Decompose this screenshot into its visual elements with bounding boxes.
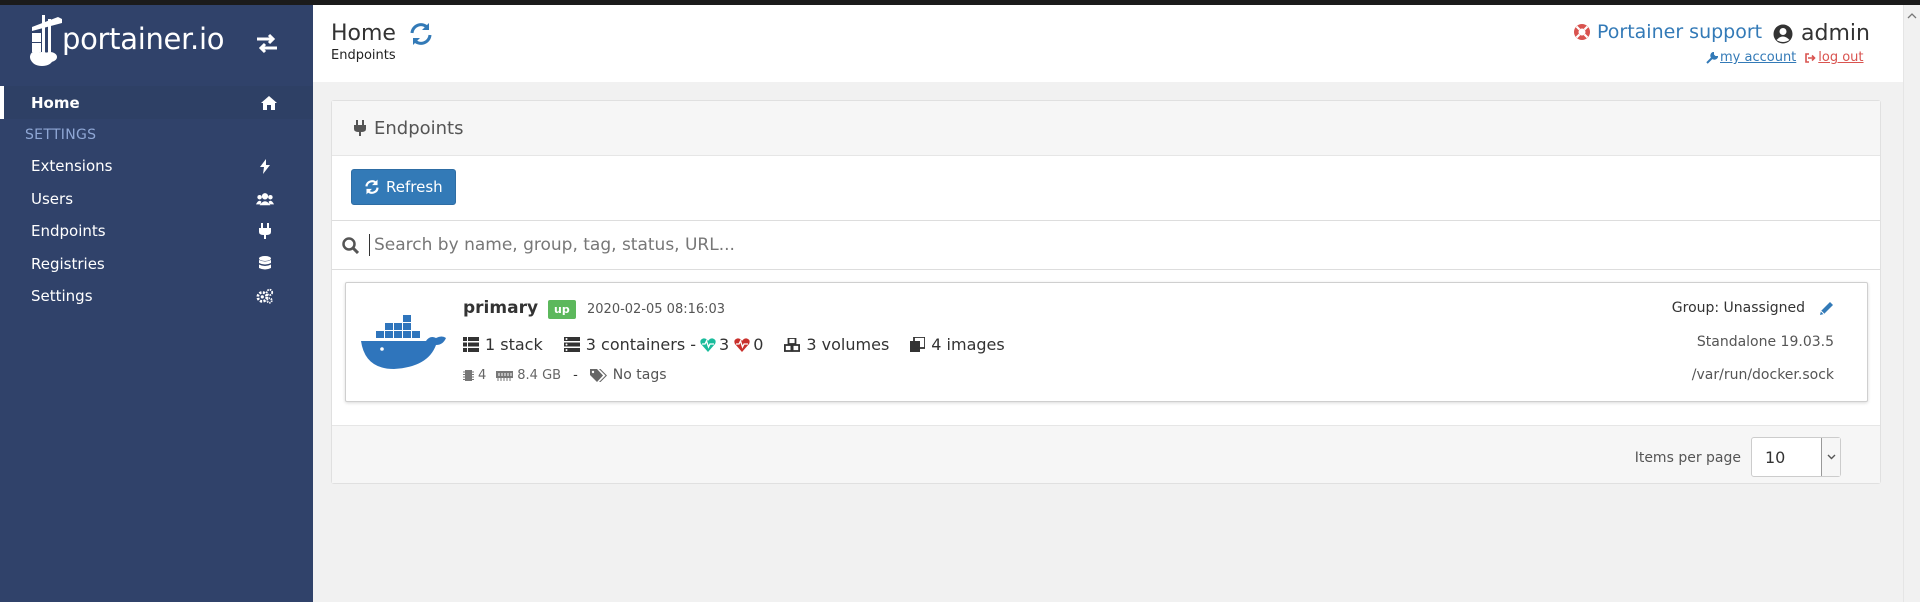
portainer-logo-icon[interactable] (28, 13, 66, 69)
endpoint-meta: 4 8.4 GB - No tags (463, 367, 667, 383)
sidebar-item-endpoints[interactable]: Endpoints (0, 215, 313, 248)
tags-icon (589, 368, 607, 382)
page-title: Home (331, 21, 396, 46)
refresh-icon[interactable] (408, 21, 434, 47)
volume-count: 3 volumes (784, 335, 889, 354)
cpu-count: 4 (478, 367, 487, 383)
log-out-link[interactable]: log out (1804, 50, 1864, 65)
microchip-icon (463, 369, 474, 381)
heartbeat-icon (734, 337, 750, 352)
sidebar-item-label: Home (31, 93, 80, 112)
container-count: 3 containers - (563, 335, 697, 354)
user-circle-icon (1773, 24, 1793, 43)
search-bar (332, 220, 1880, 270)
home-icon (260, 94, 278, 112)
wrench-icon (1706, 51, 1718, 64)
sidebar-item-label: Settings (31, 287, 93, 306)
portainer-support-link[interactable]: Portainer support (1573, 21, 1762, 43)
healthy-count: 3 (700, 335, 729, 354)
endpoint-timestamp: 2020-02-05 08:16:03 (587, 302, 726, 317)
endpoint-group: Group: Unassigned (1672, 300, 1834, 316)
memory-size: 8.4 GB (517, 367, 562, 383)
healthy-count-label: 3 (719, 335, 730, 354)
tags-label: No tags (612, 367, 667, 383)
brand-name[interactable]: portainer.io (62, 22, 224, 56)
endpoint-item[interactable]: primary up 2020-02-05 08:16:03 1 stack 3… (345, 282, 1868, 402)
page-header: Home Endpoints Portainer support admin m… (313, 5, 1903, 82)
image-count: 4 images (910, 335, 1005, 354)
clone-icon (910, 337, 926, 352)
sidebar-item-home[interactable]: Home (0, 86, 313, 119)
chevron-down-icon (1827, 454, 1835, 460)
sidebar-item-label: Extensions (31, 157, 113, 176)
pencil-icon[interactable] (1819, 301, 1834, 316)
heartbeat-icon (700, 337, 716, 352)
username: admin (1801, 21, 1870, 46)
server-icon (563, 337, 580, 352)
sign-out-icon (1805, 52, 1816, 63)
user-info: admin (1773, 21, 1870, 46)
refresh-button[interactable]: Refresh (351, 169, 456, 205)
users-icon (256, 190, 274, 208)
sidebar-item-label: Registries (31, 254, 105, 273)
search-input[interactable] (369, 234, 1769, 256)
image-count-label: 4 images (931, 335, 1005, 354)
database-icon (256, 255, 274, 273)
support-label: Portainer support (1597, 21, 1763, 43)
cubes-icon (784, 337, 801, 352)
exchange-icon[interactable] (253, 31, 281, 55)
unhealthy-count-label: 0 (753, 335, 764, 354)
unhealthy-count: 0 (734, 335, 763, 354)
volume-count-label: 3 volumes (806, 335, 890, 354)
widget-actions: Refresh (332, 156, 1880, 220)
brand: portainer.io (0, 5, 313, 86)
sidebar-item-extensions[interactable]: Extensions (0, 150, 313, 183)
page-scrollbar[interactable] (1903, 5, 1920, 602)
bolt-icon (256, 157, 274, 175)
table-icon (463, 337, 479, 352)
items-per-page-label: Items per page (1634, 450, 1741, 466)
settings-section-header: SETTINGS (25, 126, 97, 143)
widget-footer: Items per page 10 (332, 425, 1880, 483)
sidebar-item-users[interactable]: Users (0, 183, 313, 216)
my-account-label: my account (1720, 50, 1797, 65)
refresh-button-label: Refresh (386, 178, 443, 196)
memory-icon (496, 370, 514, 381)
refresh-icon (365, 179, 379, 195)
breadcrumb: Endpoints (331, 48, 396, 63)
scroll-up-arrow-icon[interactable] (1907, 11, 1917, 21)
items-per-page-select[interactable]: 10 (1751, 437, 1841, 477)
stack-count-label: 1 stack (485, 335, 543, 354)
status-badge: up (548, 300, 576, 319)
user-links: my account log out (1706, 50, 1864, 65)
select-dropdown-button[interactable] (1821, 438, 1840, 476)
endpoint-list: primary up 2020-02-05 08:16:03 1 stack 3… (332, 270, 1880, 425)
items-per-page-value: 10 (1765, 447, 1786, 467)
group-label: Group: Unassigned (1671, 300, 1805, 316)
docker-logo-icon (361, 315, 446, 369)
log-out-label: log out (1818, 50, 1864, 65)
sidebar-item-label: Users (31, 189, 74, 208)
sidebar: portainer.io Home SETTINGS Extensions Us… (0, 5, 313, 602)
plug-icon (354, 120, 366, 136)
endpoints-widget: Endpoints Refresh Search by name, group,… (331, 100, 1881, 484)
my-account-link[interactable]: my account (1706, 50, 1796, 65)
engine-version: Standalone 19.03.5 (1696, 334, 1834, 350)
sidebar-item-settings[interactable]: Settings (0, 280, 313, 313)
life-ring-icon (1574, 24, 1590, 40)
stack-count: 1 stack (463, 335, 543, 354)
plug-icon (256, 222, 274, 240)
container-count-label: 3 containers - (585, 335, 697, 354)
widget-header: Endpoints (332, 101, 1880, 156)
sidebar-item-registries[interactable]: Registries (0, 248, 313, 281)
cogs-icon (256, 287, 274, 305)
sidebar-item-label: Endpoints (31, 222, 106, 241)
endpoint-url: /var/run/docker.sock (1691, 367, 1834, 383)
endpoint-name: primary (463, 298, 539, 318)
endpoint-stats: 1 stack 3 containers - 3 0 3 volumes 4 i… (463, 335, 1005, 354)
widget-title: Endpoints (374, 117, 464, 139)
meta-separator: - (573, 367, 578, 383)
search-icon (342, 236, 359, 254)
